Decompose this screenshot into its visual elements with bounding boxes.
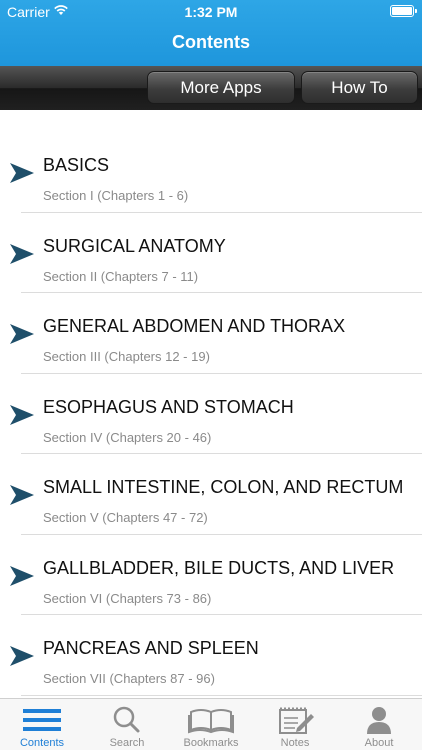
divider <box>21 694 422 696</box>
section-title: SMALL INTESTINE, COLON, AND RECTUM <box>43 477 404 497</box>
navigation-bar: Carrier 1:32 PM Contents <box>0 0 422 66</box>
section-title: PANCREAS AND SPLEEN <box>43 638 259 658</box>
section-subtitle: Section IV (Chapters 20 - 46) <box>43 429 212 445</box>
section-subtitle: Section V (Chapters 47 - 72) <box>43 510 208 525</box>
list-item[interactable]: GALLBLADDER, BILE DUCTS, AND LIVER Secti… <box>0 535 422 615</box>
how-to-button[interactable]: How To <box>301 71 418 104</box>
tab-label: Bookmarks <box>183 737 239 749</box>
list-item[interactable]: SMALL INTESTINE, COLON, AND RECTUM Secti… <box>0 454 422 535</box>
list-item[interactable]: PANCREAS AND SPLEEN Section VII (Chapter… <box>0 615 422 696</box>
arrow-right-icon <box>10 646 34 666</box>
battery-icon <box>390 5 417 17</box>
arrow-right-icon <box>10 243 34 264</box>
contents-list: BASICS Section I (Chapters 1 - 6) SURGIC… <box>0 132 422 696</box>
section-title: SURGICAL ANATOMY <box>43 235 226 256</box>
tab-bookmarks[interactable]: Bookmarks <box>169 699 253 750</box>
tab-label: Notes <box>280 737 310 749</box>
arrow-right-icon <box>10 163 34 183</box>
search-icon <box>113 706 140 733</box>
more-apps-button[interactable]: More Apps <box>147 71 295 104</box>
arrow-right-icon <box>10 565 34 586</box>
tab-about[interactable]: About <box>337 699 421 750</box>
book-icon <box>188 709 234 734</box>
section-title: GALLBLADDER, BILE DUCTS, AND LIVER <box>43 557 395 578</box>
status-bar: Carrier 1:32 PM <box>0 0 422 24</box>
section-subtitle: Section VI (Chapters 73 - 86) <box>43 590 212 606</box>
arrow-right-icon <box>10 485 34 505</box>
tab-label: Contents <box>19 737 65 749</box>
person-icon <box>367 707 391 734</box>
section-subtitle: Section I (Chapters 1 - 6) <box>43 188 189 203</box>
status-time: 1:32 PM <box>184 4 238 20</box>
section-subtitle: Section III (Chapters 12 - 19) <box>43 349 210 364</box>
list-item[interactable]: BASICS Section I (Chapters 1 - 6) <box>0 132 422 213</box>
arrow-right-icon <box>10 324 34 344</box>
section-title: GENERAL ABDOMEN AND THORAX <box>43 316 346 336</box>
tab-bar: Contents Search Bookmarks Notes About <box>0 698 422 750</box>
tab-contents[interactable]: Contents <box>0 699 84 750</box>
tab-notes[interactable]: Notes <box>253 699 337 750</box>
tab-label: Search <box>109 737 145 749</box>
arrow-right-icon <box>10 404 34 425</box>
tab-label: About <box>364 737 394 749</box>
section-title: BASICS <box>43 155 110 175</box>
list-item[interactable]: SURGICAL ANATOMY Section II (Chapters 7 … <box>0 213 422 293</box>
page-title: Contents <box>172 32 250 52</box>
list-item[interactable]: GENERAL ABDOMEN AND THORAX Section III (… <box>0 293 422 374</box>
section-title: ESOPHAGUS AND STOMACH <box>43 396 294 417</box>
section-subtitle: Section VII (Chapters 87 - 96) <box>43 671 215 686</box>
section-subtitle: Section II (Chapters 7 - 11) <box>43 268 199 284</box>
list-item[interactable]: ESOPHAGUS AND STOMACH Section IV (Chapte… <box>0 374 422 454</box>
tab-search[interactable]: Search <box>85 699 169 750</box>
list-icon <box>23 709 61 731</box>
toolbar: More Apps How To <box>0 66 422 110</box>
notepad-icon <box>279 707 314 734</box>
